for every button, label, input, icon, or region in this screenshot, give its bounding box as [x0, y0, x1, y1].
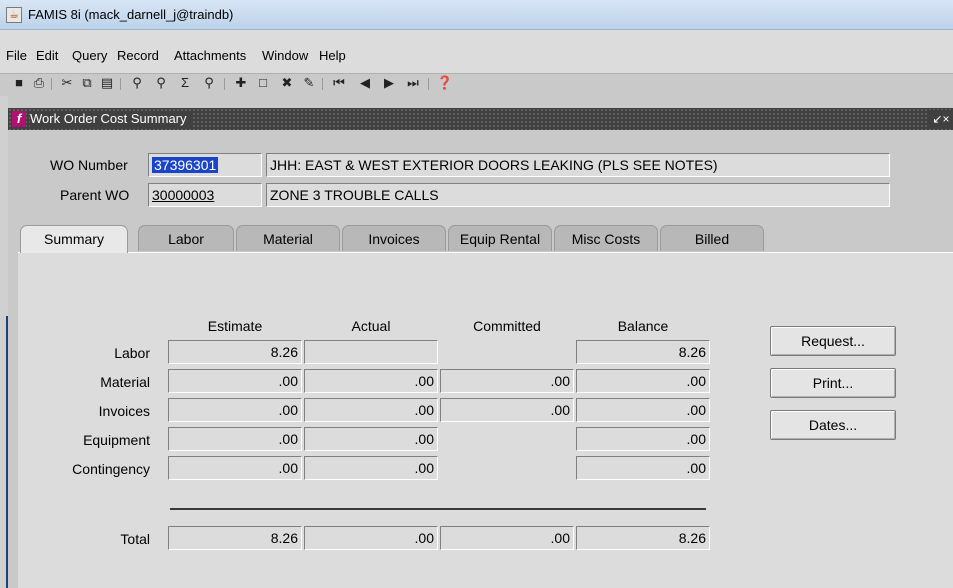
- tab-labor[interactable]: Labor: [138, 225, 234, 251]
- labor-estimate-field[interactable]: 8.26: [168, 340, 302, 364]
- menu-file[interactable]: File: [6, 48, 27, 63]
- first-record-icon[interactable]: ⏮: [330, 74, 348, 92]
- delete-record-icon[interactable]: ✖: [278, 74, 296, 92]
- window-title: FAMIS 8i (mack_darnell_j@traindb): [28, 7, 234, 22]
- parent-wo-field[interactable]: 30000003: [148, 183, 262, 207]
- equipment-actual-field[interactable]: .00: [304, 427, 438, 451]
- count-query-icon[interactable]: Σ: [176, 74, 194, 92]
- last-record-icon[interactable]: ⏭: [404, 74, 422, 92]
- menu-window[interactable]: Window: [262, 48, 308, 63]
- wo-description-field[interactable]: JHH: EAST & WEST EXTERIOR DOORS LEAKING …: [266, 153, 890, 177]
- save-icon[interactable]: ■: [10, 74, 28, 92]
- window-left-frame: [0, 96, 9, 588]
- insert-record-icon[interactable]: ✚: [232, 74, 250, 92]
- row-label-labor: Labor: [114, 345, 150, 361]
- contingency-actual-field[interactable]: .00: [304, 456, 438, 480]
- paste-icon[interactable]: ▤: [98, 74, 116, 92]
- tab-billed[interactable]: Billed: [660, 225, 764, 251]
- toolbar-separator: [120, 78, 121, 90]
- row-label-material: Material: [100, 374, 150, 390]
- equipment-estimate-field[interactable]: .00: [168, 427, 302, 451]
- window-title-bar: ☕ FAMIS 8i (mack_darnell_j@traindb): [0, 0, 953, 30]
- clear-record-icon[interactable]: □: [254, 74, 272, 92]
- row-label-total: Total: [120, 531, 150, 547]
- menu-record[interactable]: Record: [117, 48, 159, 63]
- invoices-committed-field[interactable]: .00: [440, 398, 574, 422]
- forms-icon: f: [12, 111, 26, 127]
- tab-material[interactable]: Material: [236, 225, 340, 251]
- form-title-bar: f Work Order Cost Summary ↙×: [8, 108, 953, 130]
- total-balance-field[interactable]: 8.26: [576, 526, 710, 550]
- row-label-equipment: Equipment: [83, 432, 150, 448]
- labor-balance-field[interactable]: 8.26: [576, 340, 710, 364]
- equipment-balance-field[interactable]: .00: [576, 427, 710, 451]
- wo-number-field[interactable]: 37396301: [148, 153, 262, 177]
- form-title: Work Order Cost Summary: [30, 111, 193, 127]
- contingency-balance-field[interactable]: .00: [576, 456, 710, 480]
- contingency-estimate-field[interactable]: .00: [168, 456, 302, 480]
- parent-wo-label: Parent WO: [60, 187, 130, 203]
- toolbar-separator: [224, 78, 225, 90]
- column-header-balance: Balance: [617, 318, 669, 334]
- toolbar-separator: [51, 78, 52, 90]
- wo-number-label: WO Number: [50, 157, 128, 173]
- cancel-query-icon[interactable]: ⚲: [200, 74, 218, 92]
- toolbar-separator: [322, 78, 323, 90]
- labor-actual-field[interactable]: [304, 340, 438, 364]
- java-app-icon: ☕: [6, 7, 22, 23]
- edit-record-icon[interactable]: ✎: [300, 74, 318, 92]
- menu-help[interactable]: Help: [319, 48, 346, 63]
- column-header-estimate: Estimate: [207, 318, 263, 334]
- invoices-balance-field[interactable]: .00: [576, 398, 710, 422]
- tab-invoices[interactable]: Invoices: [342, 225, 446, 251]
- copy-icon[interactable]: ⧉: [78, 74, 96, 92]
- tab-equip-rental[interactable]: Equip Rental: [448, 225, 552, 251]
- next-record-icon[interactable]: ▶: [380, 74, 398, 92]
- tab-misc-costs[interactable]: Misc Costs: [554, 225, 658, 251]
- cut-icon[interactable]: ✂: [58, 74, 76, 92]
- total-separator-line: [170, 508, 706, 510]
- execute-query-icon[interactable]: ⚲: [152, 74, 170, 92]
- material-balance-field[interactable]: .00: [576, 369, 710, 393]
- parent-description-field[interactable]: ZONE 3 TROUBLE CALLS: [266, 183, 890, 207]
- total-committed-field[interactable]: .00: [440, 526, 574, 550]
- previous-record-icon[interactable]: ◀: [356, 74, 374, 92]
- enter-query-icon[interactable]: ⚲: [128, 74, 146, 92]
- menu-edit[interactable]: Edit: [36, 48, 58, 63]
- row-label-contingency: Contingency: [72, 461, 150, 477]
- total-actual-field[interactable]: .00: [304, 526, 438, 550]
- column-header-actual: Actual: [351, 318, 391, 334]
- total-estimate-field[interactable]: 8.26: [168, 526, 302, 550]
- print-button[interactable]: Print...: [770, 368, 896, 398]
- menu-query[interactable]: Query: [72, 48, 107, 63]
- toolbar-separator: [428, 78, 429, 90]
- material-estimate-field[interactable]: .00: [168, 369, 302, 393]
- request-button[interactable]: Request...: [770, 326, 896, 356]
- row-label-invoices: Invoices: [98, 403, 150, 419]
- invoices-actual-field[interactable]: .00: [304, 398, 438, 422]
- material-committed-field[interactable]: .00: [440, 369, 574, 393]
- invoices-estimate-field[interactable]: .00: [168, 398, 302, 422]
- tab-summary[interactable]: Summary: [20, 225, 128, 253]
- print-icon[interactable]: ⎙: [30, 74, 48, 92]
- menu-attachments[interactable]: Attachments: [174, 48, 246, 63]
- dates-button[interactable]: Dates...: [770, 410, 896, 440]
- restore-close-icon[interactable]: ↙×: [929, 110, 953, 128]
- material-actual-field[interactable]: .00: [304, 369, 438, 393]
- help-icon[interactable]: ❓: [436, 74, 454, 92]
- column-header-committed: Committed: [473, 318, 541, 334]
